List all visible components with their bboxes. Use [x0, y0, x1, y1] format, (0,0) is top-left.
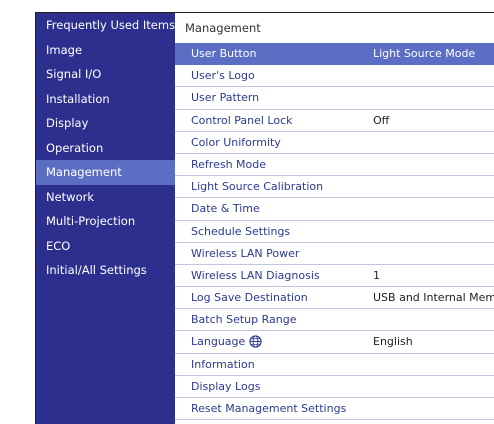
menu-row-batch-setup-range[interactable]: Batch Setup Range [175, 309, 494, 332]
settings-list: User Button Light Source Mode User's Logo U… [175, 43, 494, 421]
menu-row-label: User's Logo [191, 65, 255, 86]
menu-row-label-text: Language [191, 335, 246, 349]
menu-row-label-text: Wireless LAN Power [191, 246, 300, 260]
sidebar-item-multi-projection[interactable]: Multi-Projection [36, 209, 175, 234]
sidebar-item-initial-all-settings[interactable]: Initial/All Settings [36, 258, 175, 283]
menu-row-wireless-lan-power[interactable]: Wireless LAN Power [175, 243, 494, 265]
menu-row-label-text: Log Save Destination [191, 291, 308, 305]
sidebar-item-signal-i-o[interactable]: Signal I/O [36, 62, 175, 87]
sidebar: Frequently Used Items Image Signal I/O Inst… [36, 13, 175, 424]
menu-row-language[interactable]: Language English [175, 331, 494, 354]
menu-row-reset-management-settings[interactable]: Reset Management Settings [175, 398, 494, 421]
menu-row-label-text: Light Source Calibration [191, 180, 324, 194]
menu-window: Frequently Used Items Image Signal I/O Inst… [35, 12, 494, 424]
menu-row-label-text: Information [191, 357, 255, 371]
menu-row-schedule-settings[interactable]: Schedule Settings [175, 221, 494, 243]
menu-row-label: Reset Management Settings [191, 398, 347, 419]
sidebar-item-eco[interactable]: ECO [36, 234, 175, 259]
menu-row-control-panel-lock[interactable]: Control Panel Lock Off [175, 110, 494, 132]
sidebar-item-image[interactable]: Image [36, 38, 175, 63]
menu-row-label-text: Date & Time [191, 202, 260, 216]
menu-row-label-text: Wireless LAN Diagnosis [191, 268, 320, 282]
menu-row-label-text: Schedule Settings [191, 224, 291, 238]
sidebar-item-operation[interactable]: Operation [36, 136, 175, 161]
sidebar-item-management[interactable]: Management [36, 160, 175, 185]
menu-row-label: Light Source Calibration [191, 176, 324, 197]
sidebar-item-frequently-used-items[interactable]: Frequently Used Items [36, 13, 175, 38]
globe-icon [249, 335, 262, 349]
sidebar-item-installation[interactable]: Installation [36, 87, 175, 112]
menu-row-label: Refresh Mode [191, 154, 267, 175]
menu-row-information[interactable]: Information [175, 354, 494, 376]
menu-row-value: English [373, 335, 413, 349]
menu-row-label: Schedule Settings [191, 221, 291, 242]
menu-row-label-text: Batch Setup Range [191, 313, 297, 327]
menu-row-label: Wireless LAN Diagnosis [191, 265, 320, 286]
menu-row-label: User Button [191, 43, 257, 64]
menu-row-label: User Pattern [191, 87, 260, 108]
menu-row-label: Control Panel Lock [191, 110, 293, 131]
menu-row-user-pattern[interactable]: User Pattern [175, 87, 494, 110]
menu-row-label: Date & Time [191, 198, 260, 219]
sidebar-item-display[interactable]: Display [36, 111, 175, 136]
menu-row-label: Batch Setup Range [191, 309, 297, 330]
menu-row-log-save-destination[interactable]: Log Save Destination USB and Internal Mem… [175, 287, 494, 310]
menu-row-label-text: Display Logs [191, 379, 261, 393]
menu-row-label: Display Logs [191, 376, 261, 397]
menu-row-wireless-lan-diagnosis[interactable]: Wireless LAN Diagnosis 1 [175, 265, 494, 288]
main-panel: Management User Button Light Source Mode U… [175, 13, 494, 424]
menu-row-value: USB and Internal Memo [373, 291, 494, 305]
menu-row-refresh-mode[interactable]: Refresh Mode [175, 154, 494, 177]
menu-row-value: Light Source Mode [373, 47, 476, 60]
section-header: Management [185, 21, 261, 35]
menu-row-user-button[interactable]: User Button Light Source Mode [175, 43, 494, 66]
menu-row-user-s-logo[interactable]: User's Logo [175, 65, 494, 88]
menu-row-light-source-calibration[interactable]: Light Source Calibration [175, 176, 494, 199]
menu-row-label-text: User Button [191, 47, 257, 60]
menu-row-label-text: User Pattern [191, 91, 260, 105]
menu-row-label-text: Control Panel Lock [191, 113, 293, 127]
menu-row-label: Information [191, 354, 255, 375]
menu-row-color-uniformity[interactable]: Color Uniformity [175, 132, 494, 154]
menu-row-value: Off [373, 113, 390, 127]
menu-row-date-time[interactable]: Date & Time [175, 198, 494, 221]
menu-row-label: Wireless LAN Power [191, 243, 300, 264]
menu-row-value: 1 [373, 268, 380, 282]
menu-row-label-text: Refresh Mode [191, 157, 267, 171]
menu-row-label-text: Reset Management Settings [191, 402, 347, 415]
menu-row-display-logs[interactable]: Display Logs [175, 376, 494, 398]
menu-row-label: Language [191, 331, 262, 352]
menu-row-label: Log Save Destination [191, 287, 308, 308]
menu-row-label-text: User's Logo [191, 69, 255, 83]
menu-row-label: Color Uniformity [191, 132, 281, 153]
menu-row-label-text: Color Uniformity [191, 135, 281, 149]
sidebar-item-network[interactable]: Network [36, 185, 175, 210]
